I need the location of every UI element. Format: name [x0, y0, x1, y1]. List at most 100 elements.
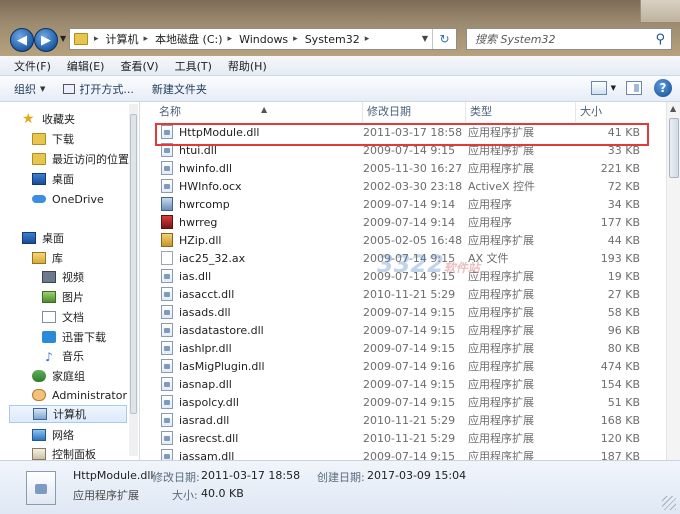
address-dropdown-icon[interactable]: ▼	[422, 34, 428, 43]
chevron-right-icon[interactable]: ▸	[291, 34, 302, 44]
file-row[interactable]: HZip.dll 2005-02-05 16:48 应用程序扩展 44 KB	[141, 231, 666, 249]
search-input[interactable]: 搜索 System32 ⚲	[466, 28, 672, 50]
nav-network[interactable]: 网络	[32, 426, 74, 444]
file-size: 80 KB	[607, 341, 640, 355]
nav-desktop-favorite[interactable]: 桌面	[32, 170, 74, 188]
file-size: 474 KB	[600, 359, 640, 373]
file-row[interactable]: IasMigPlugin.dll 2009-07-14 9:16 应用程序扩展 474…	[141, 357, 666, 375]
nav-computer[interactable]: 计算机	[9, 405, 127, 423]
file-list-scroll-thumb[interactable]	[669, 118, 679, 178]
forward-button[interactable]: ▶	[34, 28, 58, 52]
nav-onedrive[interactable]: OneDrive	[32, 190, 104, 208]
watermark-subtext: 软件站	[443, 261, 480, 275]
breadcrumb-local-disk[interactable]: 本地磁盘 (C:)	[152, 31, 225, 47]
nav-scrollbar[interactable]	[129, 104, 138, 456]
file-row[interactable]: hwrreg 2009-07-14 9:14 应用程序 177 KB	[141, 213, 666, 231]
file-row[interactable]: iasrecst.dll 2010-11-21 5:29 应用程序扩展 120 KB	[141, 429, 666, 447]
file-list-scrollbar[interactable]: ▲	[666, 102, 680, 460]
file-row[interactable]: iashlpr.dll 2009-07-14 9:15 应用程序扩展 80 KB	[141, 339, 666, 357]
menu-edit[interactable]: 编辑(E)	[59, 58, 113, 74]
file-row[interactable]: iasads.dll 2009-07-14 9:15 应用程序扩展 58 KB	[141, 303, 666, 321]
organize-button[interactable]: 组织 ▼	[14, 81, 45, 97]
file-date: 2010-11-21 5:29	[363, 413, 456, 427]
dll-file-icon	[161, 395, 173, 409]
nav-downloads[interactable]: 下载	[32, 130, 74, 148]
breadcrumb-windows[interactable]: Windows	[236, 33, 291, 46]
breadcrumb-system32[interactable]: System32	[302, 33, 363, 46]
new-folder-button[interactable]: 新建文件夹	[152, 81, 207, 97]
file-size: 72 KB	[607, 179, 640, 193]
file-size: 221 KB	[600, 161, 640, 175]
open-with-button[interactable]: 打开方式...	[63, 81, 134, 97]
nav-recent-places[interactable]: 最近访问的位置	[32, 150, 129, 168]
file-date: 2009-07-14 9:15	[363, 341, 456, 355]
column-header-size[interactable]: 大小	[576, 102, 640, 122]
nav-pictures[interactable]: 图片	[42, 288, 84, 306]
file-row[interactable]: iasnap.dll 2009-07-14 9:15 应用程序扩展 154 KB	[141, 375, 666, 393]
recent-pages-dropdown[interactable]: ▼	[60, 34, 66, 43]
details-file-type: 应用程序扩展	[73, 489, 139, 502]
dll-file-icon	[161, 305, 173, 319]
nav-videos[interactable]: 视频	[42, 268, 84, 286]
window-titlebar: ◀ ▶ ▼ ▸ 计算机 ▸ 本地磁盘 (C:) ▸ Windows ▸ Syst…	[0, 0, 680, 56]
chevron-right-icon[interactable]: ▸	[142, 34, 153, 44]
column-header-date[interactable]: 修改日期	[363, 102, 466, 122]
nav-desktop[interactable]: 桌面	[22, 229, 64, 247]
nav-xunlei-downloads[interactable]: 迅雷下载	[42, 328, 106, 346]
nav-music[interactable]: ♪ 音乐	[42, 347, 84, 365]
file-row[interactable]: iasrad.dll 2010-11-21 5:29 应用程序扩展 168 KB	[141, 411, 666, 429]
address-bar[interactable]: ▸ 计算机 ▸ 本地磁盘 (C:) ▸ Windows ▸ System32 ▸…	[69, 28, 457, 50]
resize-grip[interactable]	[662, 496, 676, 510]
column-header-name[interactable]: 名称 ▲	[141, 102, 363, 122]
file-name-cell: HZip.dll	[141, 233, 363, 247]
nav-documents[interactable]: 文档	[42, 308, 84, 326]
breadcrumb-computer[interactable]: 计算机	[103, 31, 142, 47]
file-row[interactable]: iasacct.dll 2010-11-21 5:29 应用程序扩展 27 KB	[141, 285, 666, 303]
nav-favorites[interactable]: ★ 收藏夹	[22, 110, 75, 128]
menu-file[interactable]: 文件(F)	[6, 58, 59, 74]
file-row[interactable]: HWInfo.ocx 2002-03-30 23:18 ActiveX 控件 72 K…	[141, 177, 666, 195]
file-date: 2009-07-14 9:15	[363, 449, 456, 461]
nav-scroll-thumb[interactable]	[130, 114, 137, 414]
file-row[interactable]: hwrcomp 2009-07-14 9:14 应用程序 34 KB	[141, 195, 666, 213]
nav-label: 最近访问的位置	[52, 153, 129, 166]
file-name-cell: hwrreg	[141, 215, 363, 229]
scroll-up-icon[interactable]: ▲	[670, 104, 676, 113]
file-row[interactable]: hwinfo.dll 2005-11-30 16:27 应用程序扩展 221 KB	[141, 159, 666, 177]
nav-control-panel[interactable]: 控制面板	[32, 445, 96, 460]
nav-administrator[interactable]: Administrator	[32, 386, 127, 404]
file-row[interactable]: iasdatastore.dll 2009-07-14 9:15 应用程序扩展 96 …	[141, 321, 666, 339]
refresh-icon[interactable]: ↻	[432, 29, 456, 49]
search-placeholder: 搜索 System32	[475, 33, 556, 46]
chevron-right-icon[interactable]: ▸	[226, 34, 237, 44]
nav-label: 库	[52, 252, 63, 265]
chevron-down-icon[interactable]: ▼	[611, 84, 616, 92]
chevron-right-icon[interactable]: ▸	[92, 34, 103, 44]
search-icon[interactable]: ⚲	[655, 32, 665, 47]
file-name: iasrecst.dll	[179, 431, 239, 445]
menu-help[interactable]: 帮助(H)	[220, 58, 275, 74]
nav-libraries[interactable]: 库	[32, 249, 63, 267]
dll-file-icon	[161, 323, 173, 337]
window-controls[interactable]	[640, 0, 680, 22]
file-size: 96 KB	[607, 323, 640, 337]
dll-file-icon	[161, 341, 173, 355]
file-name: iaspolcy.dll	[179, 395, 239, 409]
file-row[interactable]: iassam.dll 2009-07-14 9:15 应用程序扩展 187 KB	[141, 447, 666, 460]
file-date: 2009-07-14 9:16	[363, 359, 456, 373]
nav-homegroup[interactable]: 家庭组	[32, 367, 85, 385]
back-button[interactable]: ◀	[10, 28, 34, 52]
library-icon	[32, 252, 46, 264]
preview-pane-icon[interactable]	[626, 81, 642, 95]
menu-tools[interactable]: 工具(T)	[167, 58, 220, 74]
change-view-icon[interactable]	[590, 81, 607, 95]
control-panel-icon	[32, 448, 46, 460]
back-arrow-icon: ◀	[17, 32, 27, 48]
file-type: 应用程序扩展	[468, 162, 534, 175]
chevron-right-icon[interactable]: ▸	[363, 34, 374, 44]
file-row[interactable]: iaspolcy.dll 2009-07-14 9:15 应用程序扩展 51 KB	[141, 393, 666, 411]
menu-view[interactable]: 查看(V)	[112, 58, 166, 74]
details-size-value: 40.0 KB	[201, 487, 244, 500]
column-header-type[interactable]: 类型	[466, 102, 576, 122]
help-icon[interactable]: ?	[654, 79, 672, 97]
